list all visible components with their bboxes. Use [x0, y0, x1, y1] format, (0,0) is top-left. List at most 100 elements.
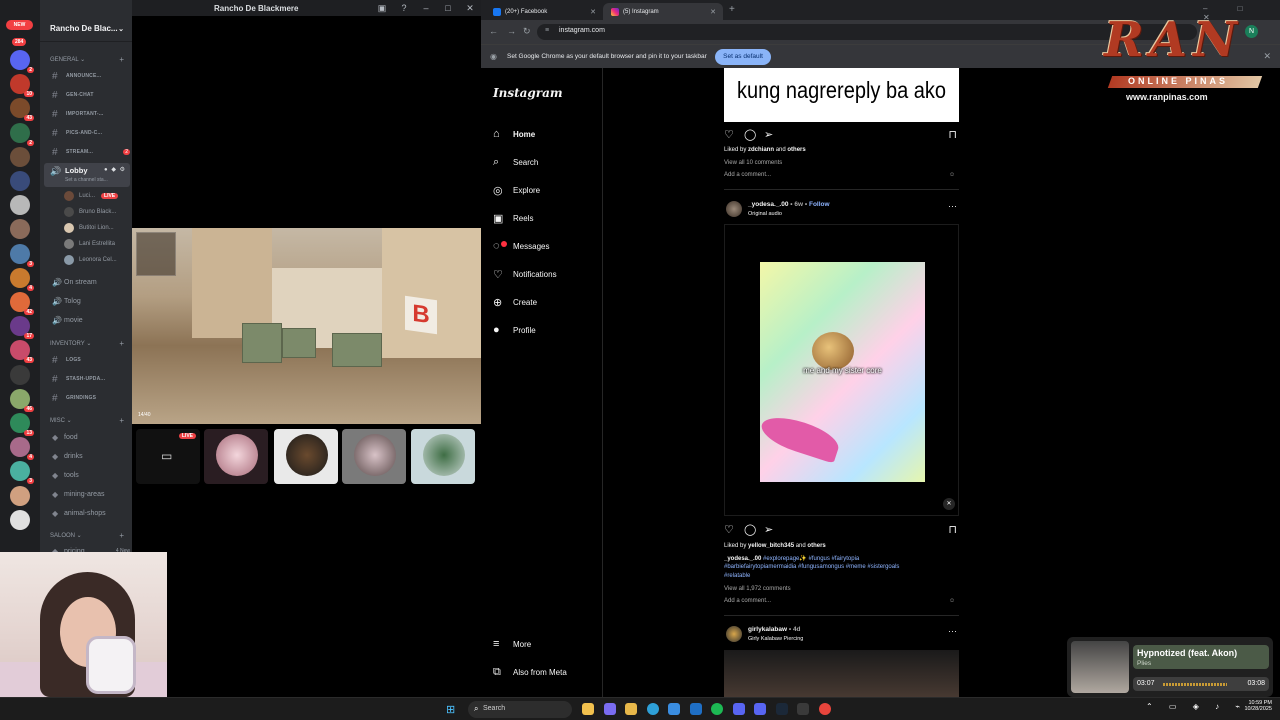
- server-icon[interactable]: [10, 146, 30, 167]
- reel-container[interactable]: me and my sister core ✕: [724, 224, 959, 516]
- screenshare-stream[interactable]: B 14/40: [132, 228, 481, 424]
- server-icon[interactable]: [10, 171, 30, 191]
- tab-instagram[interactable]: (5) Instagram ✕: [603, 3, 723, 20]
- text-channel[interactable]: # ANNOUNCE...: [52, 69, 130, 83]
- more-options-icon[interactable]: ···: [948, 201, 957, 211]
- nav-search[interactable]: ⌕ Search: [493, 152, 538, 172]
- more-options-icon[interactable]: ···: [948, 626, 957, 636]
- server-icon[interactable]: 13: [10, 413, 34, 436]
- voice-channel[interactable]: 🔊 On stream: [52, 275, 130, 289]
- hashtags[interactable]: #barbiefairytopiamermaidia #fungusamongu…: [724, 564, 899, 570]
- forward-icon[interactable]: →: [507, 26, 516, 36]
- text-channel[interactable]: # GEN-CHAT: [52, 88, 130, 102]
- view-comments-link[interactable]: View all 1,972 comments: [724, 586, 791, 592]
- discord-ptb-icon[interactable]: [754, 703, 766, 715]
- nav-explore[interactable]: ◎ Explore: [493, 180, 540, 200]
- comment-icon[interactable]: ◯: [744, 128, 756, 141]
- media-player-widget[interactable]: Hypnotized (feat. Akon) Plies 03:07 03:0…: [1067, 637, 1273, 697]
- voice-user[interactable]: Leonora Cel...: [64, 253, 117, 267]
- server-icon[interactable]: 10: [10, 74, 34, 98]
- nav-reels[interactable]: ▣ Reels: [493, 208, 533, 228]
- comment-icon[interactable]: ◯: [744, 523, 756, 536]
- maximize-icon[interactable]: □: [437, 3, 459, 13]
- copilot-icon[interactable]: [603, 703, 616, 715]
- server-icon[interactable]: 46: [10, 388, 34, 412]
- voice-user[interactable]: Luci... LIVE: [64, 189, 119, 203]
- help-icon[interactable]: ?: [393, 3, 415, 13]
- minimize-icon[interactable]: –: [415, 3, 437, 13]
- server-icon[interactable]: [10, 485, 30, 506]
- view-comments-link[interactable]: View all 10 comments: [724, 160, 782, 166]
- add-channel-icon[interactable]: +: [119, 339, 124, 348]
- caption-username[interactable]: _yodesa._.00: [724, 556, 761, 562]
- server-icon[interactable]: 2: [10, 122, 34, 146]
- forum-channel[interactable]: ◆ drinks: [52, 449, 130, 463]
- avatar[interactable]: [726, 201, 742, 217]
- comment-input[interactable]: Add a comment...: [724, 172, 771, 178]
- instagram-logo[interactable]: Instagram: [493, 86, 563, 100]
- close-tab-icon[interactable]: ✕: [710, 8, 716, 16]
- chrome-icon[interactable]: [818, 703, 831, 715]
- file-explorer-icon[interactable]: [582, 703, 594, 715]
- server-icon[interactable]: 42: [10, 292, 34, 315]
- voice-channel[interactable]: 🔊 Tolog: [52, 294, 130, 308]
- avatar[interactable]: [726, 626, 742, 642]
- voice-user[interactable]: Butitoi Lion...: [64, 221, 114, 235]
- close-tab-icon[interactable]: ✕: [590, 8, 596, 16]
- clock[interactable]: 10:59 PM 10/28/2025: [1236, 700, 1272, 712]
- hashtags[interactable]: #relatable: [724, 573, 750, 579]
- reel-video[interactable]: me and my sister core: [760, 262, 925, 482]
- new-badge[interactable]: NEW: [6, 20, 33, 30]
- category-saloon[interactable]: SALOON ⌄: [50, 532, 82, 539]
- nav-notifications[interactable]: ♡ Notifications: [493, 264, 557, 284]
- tab-facebook[interactable]: (20+) Facebook ✕: [485, 3, 603, 20]
- server-icon[interactable]: 17: [10, 316, 34, 340]
- system-tray-icons[interactable]: ⌃ ▭ ◈ ♪ ⌁: [1146, 702, 1247, 711]
- steam-icon[interactable]: [775, 703, 788, 715]
- add-channel-icon[interactable]: +: [119, 531, 124, 540]
- server-icon[interactable]: [10, 195, 30, 216]
- server-name-header[interactable]: Rancho De Blac... ⌄: [40, 16, 132, 42]
- emoji-icon[interactable]: ☺: [949, 172, 955, 178]
- text-channel[interactable]: # IMPORTANT-...: [52, 107, 130, 121]
- set-default-button[interactable]: Set as default: [715, 49, 771, 65]
- share-icon[interactable]: ➢: [764, 523, 773, 536]
- server-icon[interactable]: [10, 364, 30, 385]
- text-channel[interactable]: # PICS-AND-C...: [52, 126, 130, 140]
- server-icon[interactable]: [10, 219, 30, 240]
- comment-input[interactable]: Add a comment...: [724, 598, 771, 604]
- nav-meta[interactable]: ⧉ Also from Meta: [493, 662, 567, 682]
- server-icon[interactable]: 43: [10, 340, 34, 364]
- participant-tile[interactable]: LIVE ▭: [136, 429, 200, 484]
- add-channel-icon[interactable]: +: [119, 55, 124, 64]
- folder-icon[interactable]: [625, 703, 637, 715]
- site-info-icon[interactable]: ≡: [545, 27, 549, 34]
- voice-user[interactable]: Lani Estrellita: [64, 237, 115, 251]
- forum-channel[interactable]: ◆ animal-shops: [52, 506, 130, 520]
- forum-channel[interactable]: ◆ mining-areas: [52, 487, 130, 501]
- mute-icon[interactable]: ✕: [943, 498, 955, 510]
- post-image[interactable]: [724, 650, 959, 697]
- server-icon[interactable]: 4: [10, 267, 34, 291]
- taskbar-search[interactable]: ⌕ Search: [468, 701, 572, 718]
- likes-others[interactable]: others: [787, 147, 805, 153]
- close-icon[interactable]: ✕: [459, 3, 481, 14]
- liker-username[interactable]: yellow_bitch345: [748, 543, 794, 549]
- follow-button[interactable]: Follow: [809, 201, 830, 208]
- participant-tile[interactable]: [342, 429, 406, 484]
- audio-label[interactable]: Original audio: [748, 211, 782, 217]
- share-icon[interactable]: ➢: [764, 128, 773, 141]
- voice-channel-lobby[interactable]: 🔊 Lobby Set a channel sta... ● ◆ ⚙: [44, 163, 130, 187]
- game-icon[interactable]: [797, 703, 809, 715]
- server-icon[interactable]: 2: [10, 50, 34, 73]
- text-channel[interactable]: # STASH-UPDA...: [52, 372, 130, 386]
- channel-tools-icons[interactable]: ● ◆ ⚙: [104, 166, 126, 173]
- windows-start-icon[interactable]: ⊞: [446, 703, 455, 716]
- nav-profile[interactable]: ● Profile: [493, 320, 536, 340]
- nav-menu[interactable]: ≡ More: [493, 634, 531, 654]
- post-username[interactable]: _yodesa._.00: [748, 201, 788, 208]
- nav-create[interactable]: ⊕ Create: [493, 292, 537, 312]
- progress-bar[interactable]: 03:07 03:08: [1133, 677, 1269, 691]
- category-inventory[interactable]: INVENTORY ⌄: [50, 340, 91, 347]
- inbox-icon[interactable]: ▣: [371, 3, 393, 14]
